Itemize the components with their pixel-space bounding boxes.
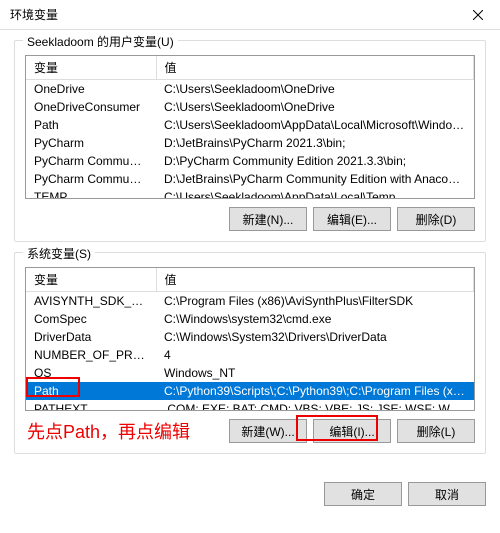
table-row[interactable]: AVISYNTH_SDK_PATHC:\Program Files (x86)\… bbox=[26, 292, 474, 311]
table-row[interactable]: PATHEXT.COM;.EXE;.BAT;.CMD;.VBS;.VBE;.JS… bbox=[26, 400, 474, 411]
system-new-button[interactable]: 新建(W)... bbox=[229, 419, 307, 443]
table-row[interactable]: PyCharm Community Editi...D:\PyCharm Com… bbox=[26, 152, 474, 170]
cell-var: AVISYNTH_SDK_PATH bbox=[26, 292, 156, 311]
cancel-button[interactable]: 取消 bbox=[408, 482, 486, 506]
system-variables-group: 系统变量(S) 变量 值 AVISYNTH_SDK_PATHC:\Program… bbox=[14, 252, 486, 454]
system-col-variable[interactable]: 变量 bbox=[26, 268, 156, 292]
table-row[interactable]: OSWindows_NT bbox=[26, 364, 474, 382]
cell-val: C:\Program Files (x86)\AviSynthPlus\Filt… bbox=[156, 292, 474, 311]
cell-var: Path bbox=[26, 382, 156, 400]
cell-val: D:\PyCharm Community Edition 2021.3.3\bi… bbox=[156, 152, 474, 170]
table-row[interactable]: PyCharm Community Editi...D:\JetBrains\P… bbox=[26, 170, 474, 188]
cell-var: PATHEXT bbox=[26, 400, 156, 411]
cell-val: C:\Users\Seekladoom\AppData\Local\Micros… bbox=[156, 116, 474, 134]
cell-var: PyCharm Community Editi... bbox=[26, 152, 156, 170]
table-row[interactable]: TEMPC:\Users\Seekladoom\AppData\Local\Te… bbox=[26, 188, 474, 199]
cell-var: ComSpec bbox=[26, 310, 156, 328]
user-table[interactable]: 变量 值 OneDriveC:\Users\Seekladoom\OneDriv… bbox=[25, 55, 475, 199]
cell-val: .COM;.EXE;.BAT;.CMD;.VBS;.VBE;.JS;.JSE;.… bbox=[156, 400, 474, 411]
titlebar: 环境变量 bbox=[0, 0, 500, 30]
table-row-selected[interactable]: PathC:\Python39\Scripts\;C:\Python39\;C:… bbox=[26, 382, 474, 400]
table-row[interactable]: PathC:\Users\Seekladoom\AppData\Local\Mi… bbox=[26, 116, 474, 134]
window-title: 环境变量 bbox=[10, 6, 58, 23]
user-group-label: Seekladoom 的用户变量(U) bbox=[23, 33, 178, 50]
close-button[interactable] bbox=[455, 0, 500, 30]
table-row[interactable]: ComSpecC:\Windows\system32\cmd.exe bbox=[26, 310, 474, 328]
cell-var: PyCharm bbox=[26, 134, 156, 152]
system-edit-button[interactable]: 编辑(I)... bbox=[313, 419, 391, 443]
cell-var: OS bbox=[26, 364, 156, 382]
cell-var: TEMP bbox=[26, 188, 156, 199]
table-row[interactable]: PyCharmD:\JetBrains\PyCharm 2021.3\bin; bbox=[26, 134, 474, 152]
table-row[interactable]: NUMBER_OF_PROCESSORS4 bbox=[26, 346, 474, 364]
system-col-value[interactable]: 值 bbox=[156, 268, 474, 292]
cell-val: C:\Users\Seekladoom\OneDrive bbox=[156, 80, 474, 99]
cell-var: DriverData bbox=[26, 328, 156, 346]
system-table[interactable]: 变量 值 AVISYNTH_SDK_PATHC:\Program Files (… bbox=[25, 267, 475, 411]
table-row[interactable]: OneDriveConsumerC:\Users\Seekladoom\OneD… bbox=[26, 98, 474, 116]
cell-val: C:\Users\Seekladoom\OneDrive bbox=[156, 98, 474, 116]
cell-var: OneDriveConsumer bbox=[26, 98, 156, 116]
user-delete-button[interactable]: 删除(D) bbox=[397, 207, 475, 231]
user-edit-button[interactable]: 编辑(E)... bbox=[313, 207, 391, 231]
table-row[interactable]: DriverDataC:\Windows\System32\Drivers\Dr… bbox=[26, 328, 474, 346]
ok-button[interactable]: 确定 bbox=[324, 482, 402, 506]
system-delete-button[interactable]: 删除(L) bbox=[397, 419, 475, 443]
cell-val: Windows_NT bbox=[156, 364, 474, 382]
cell-var: NUMBER_OF_PROCESSORS bbox=[26, 346, 156, 364]
system-group-label: 系统变量(S) bbox=[23, 245, 95, 262]
close-icon bbox=[473, 10, 483, 20]
cell-val: C:\Python39\Scripts\;C:\Python39\;C:\Pro… bbox=[156, 382, 474, 400]
cell-val: 4 bbox=[156, 346, 474, 364]
cell-var: PyCharm Community Editi... bbox=[26, 170, 156, 188]
cell-val: D:\JetBrains\PyCharm 2021.3\bin; bbox=[156, 134, 474, 152]
cell-val: C:\Windows\System32\Drivers\DriverData bbox=[156, 328, 474, 346]
cell-var: OneDrive bbox=[26, 80, 156, 99]
table-row[interactable]: OneDriveC:\Users\Seekladoom\OneDrive bbox=[26, 80, 474, 99]
cell-val: D:\JetBrains\PyCharm Community Edition w… bbox=[156, 170, 474, 188]
user-variables-group: Seekladoom 的用户变量(U) 变量 值 OneDriveC:\User… bbox=[14, 40, 486, 242]
cell-val: C:\Windows\system32\cmd.exe bbox=[156, 310, 474, 328]
cell-val: C:\Users\Seekladoom\AppData\Local\Temp bbox=[156, 188, 474, 199]
user-new-button[interactable]: 新建(N)... bbox=[229, 207, 307, 231]
user-col-variable[interactable]: 变量 bbox=[26, 56, 156, 80]
user-col-value[interactable]: 值 bbox=[156, 56, 474, 80]
cell-var: Path bbox=[26, 116, 156, 134]
